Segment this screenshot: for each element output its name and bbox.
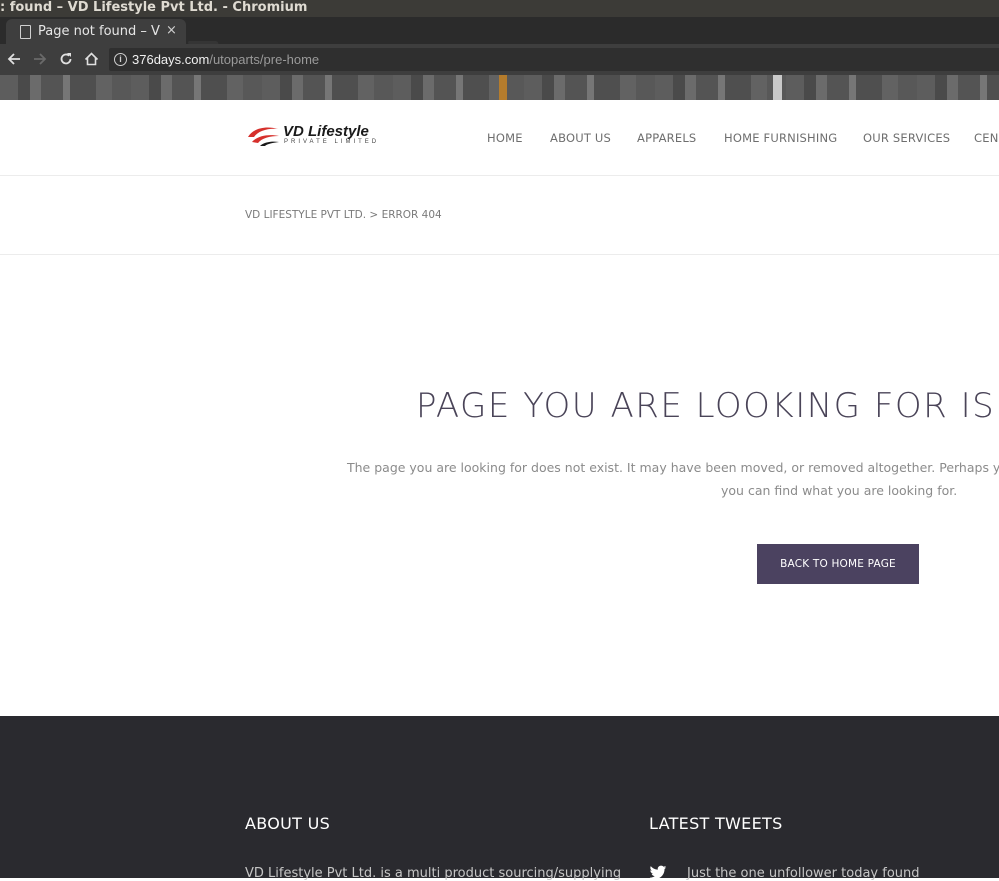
footer-tweets-heading: LATEST TWEETS bbox=[649, 814, 783, 833]
error-message-line-2: you can find what you are looking for. bbox=[721, 483, 958, 498]
page-title-band: VD LIFESTYLE PVT LTD. > ERROR 404 bbox=[0, 176, 999, 255]
breadcrumb-home-link[interactable]: VD LIFESTYLE PVT LTD. bbox=[245, 209, 366, 221]
bookmark-item[interactable] bbox=[499, 75, 507, 100]
address-bar[interactable]: i 376days.com/utoparts/pre-home bbox=[109, 48, 999, 71]
bookmark-item[interactable] bbox=[773, 75, 782, 100]
bookmarks-bar bbox=[0, 75, 999, 100]
site-logo[interactable]: VD Lifestyle PRIVATE LIMITED bbox=[246, 122, 396, 152]
error-title: PAGE YOU ARE LOOKING FOR IS bbox=[416, 386, 996, 426]
twitter-icon bbox=[649, 865, 667, 879]
breadcrumb: VD LIFESTYLE PVT LTD. > ERROR 404 bbox=[245, 209, 442, 221]
back-to-home-button[interactable]: BACK TO HOME PAGE bbox=[757, 544, 919, 584]
forward-button[interactable] bbox=[31, 50, 49, 68]
info-icon[interactable]: i bbox=[114, 53, 127, 66]
document-icon bbox=[20, 25, 31, 39]
tab-title: Page not found – VD Lifestyle Pvt Ltd. bbox=[38, 24, 160, 39]
os-window-titlebar: : found – VD Lifestyle Pvt Ltd. - Chromi… bbox=[0, 0, 999, 17]
nav-item-about-us[interactable]: ABOUT US bbox=[550, 131, 611, 145]
error-message-line-1: The page you are looking for does not ex… bbox=[347, 460, 999, 475]
logo-title: VD Lifestyle bbox=[283, 123, 369, 140]
site-header: VD Lifestyle PRIVATE LIMITED HOME ABOUT … bbox=[0, 100, 999, 176]
footer-about-heading: ABOUT US bbox=[245, 814, 331, 833]
window-title: : found – VD Lifestyle Pvt Ltd. - Chromi… bbox=[0, 0, 308, 15]
home-button[interactable] bbox=[82, 50, 100, 68]
nav-item-apparels[interactable]: APPARELS bbox=[637, 131, 696, 145]
nav-item-our-services[interactable]: OUR SERVICES bbox=[863, 131, 950, 145]
back-button[interactable] bbox=[5, 50, 23, 68]
browser-tab-strip: Page not found – VD Lifestyle Pvt Ltd. × bbox=[0, 17, 999, 55]
nav-item-cen[interactable]: CEN bbox=[974, 131, 999, 145]
logo-subtitle: PRIVATE LIMITED bbox=[284, 139, 380, 145]
url-path: /utoparts/pre-home bbox=[209, 52, 320, 67]
home-icon bbox=[84, 52, 98, 66]
arrow-left-icon bbox=[7, 53, 20, 65]
browser-tab-active[interactable]: Page not found – VD Lifestyle Pvt Ltd. × bbox=[6, 19, 186, 44]
nav-item-home[interactable]: HOME bbox=[487, 131, 523, 145]
footer-tweet-text: Just the one unfollower today found bbox=[687, 866, 920, 881]
logo-swoosh-icon bbox=[248, 127, 279, 146]
reload-icon bbox=[60, 53, 72, 65]
site-footer: ABOUT US LATEST TWEETS VD Lifestyle Pvt … bbox=[0, 716, 999, 881]
url-host: 376days.com bbox=[132, 52, 210, 67]
breadcrumb-current: ERROR 404 bbox=[381, 209, 442, 221]
url-text: 376days.com/utoparts/pre-home bbox=[132, 48, 319, 71]
browser-toolbar: i 376days.com/utoparts/pre-home bbox=[0, 44, 999, 75]
breadcrumb-separator: > bbox=[369, 209, 379, 221]
arrow-right-icon bbox=[34, 53, 47, 65]
footer-about-text: VD Lifestyle Pvt Ltd. is a multi product… bbox=[245, 866, 622, 881]
close-icon[interactable]: × bbox=[166, 23, 177, 38]
nav-item-home-furnishing[interactable]: HOME FURNISHING bbox=[724, 131, 837, 145]
reload-button[interactable] bbox=[57, 50, 75, 68]
